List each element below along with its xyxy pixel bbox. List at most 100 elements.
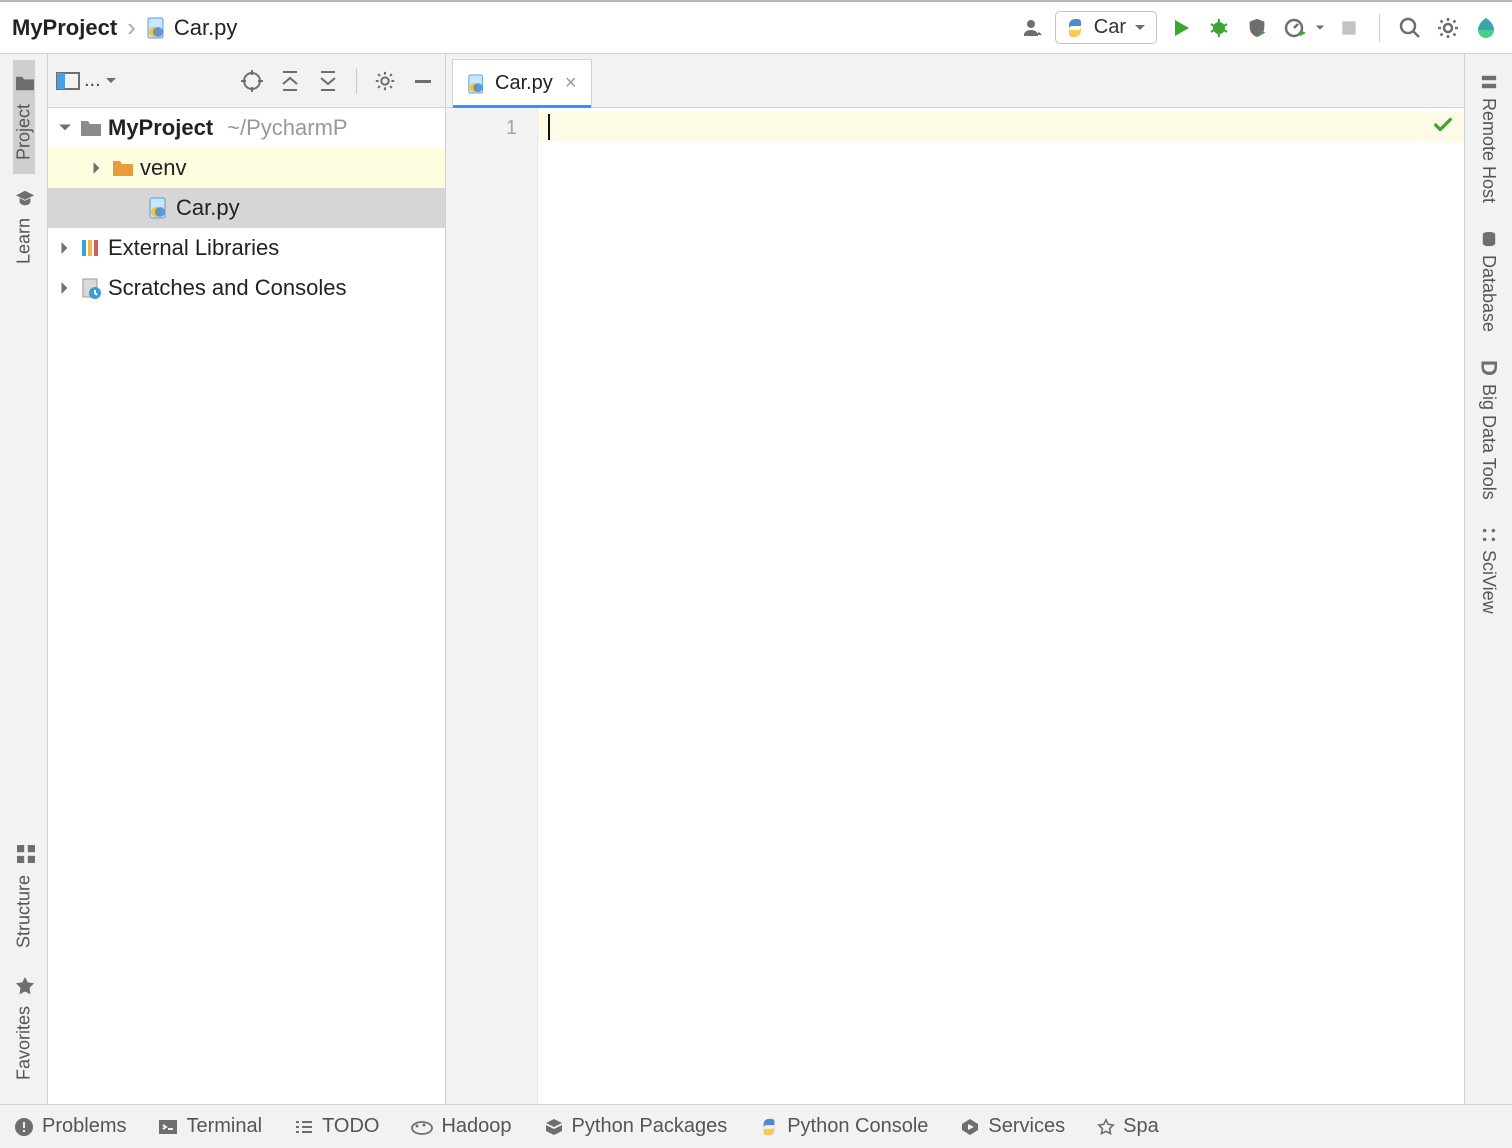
packages-icon <box>544 1117 564 1137</box>
python-file-icon <box>148 197 170 219</box>
chevron-down-icon[interactable] <box>56 121 74 135</box>
debug-button[interactable] <box>1205 14 1233 42</box>
locate-target-icon[interactable] <box>238 67 266 95</box>
bottom-tab-label: Hadoop <box>441 1115 511 1138</box>
breadcrumb-file[interactable]: Car.py <box>146 15 238 41</box>
run-config-label: Car <box>1094 16 1126 39</box>
folder-icon <box>13 74 35 96</box>
tree-node-scratches[interactable]: Scratches and Consoles <box>48 268 445 308</box>
tree-node-car-file[interactable]: Car.py <box>48 188 445 228</box>
bottom-tab-label: Spa <box>1123 1115 1159 1138</box>
stop-button <box>1335 14 1363 42</box>
python-icon <box>759 1117 779 1137</box>
sciview-icon <box>1482 528 1496 542</box>
editor-tab-car[interactable]: Car.py × <box>452 59 592 107</box>
tool-settings-gear-icon[interactable] <box>371 67 399 95</box>
current-line-highlight <box>538 112 1464 142</box>
project-toolbar: ... <box>48 54 445 108</box>
rail-tab-sciview[interactable]: SciView <box>1478 514 1499 628</box>
python-file-icon <box>146 17 168 39</box>
bottom-tab-todo[interactable]: TODO <box>294 1115 379 1138</box>
tree-path-hint: ~/PycharmP <box>227 115 347 141</box>
tree-label: venv <box>140 155 186 181</box>
text-caret <box>548 114 550 140</box>
project-tool-window: ... <box>48 54 446 1104</box>
graduation-cap-icon <box>13 188 35 210</box>
star-icon <box>1097 1118 1115 1136</box>
rail-tab-label: SciView <box>1478 550 1499 614</box>
breadcrumb-separator-icon: › <box>127 12 136 43</box>
hide-tool-window-icon[interactable] <box>409 67 437 95</box>
jetbrains-space-icon[interactable] <box>1472 14 1500 42</box>
bottom-tab-problems[interactable]: Problems <box>14 1115 126 1138</box>
chevron-down-icon[interactable] <box>1315 23 1325 33</box>
bottom-tab-services[interactable]: Services <box>960 1115 1065 1138</box>
tree-node-venv[interactable]: venv <box>48 148 445 188</box>
tree-label: Scratches and Consoles <box>108 275 346 301</box>
rail-tab-structure[interactable]: Structure <box>13 831 35 962</box>
collapse-all-icon[interactable] <box>314 67 342 95</box>
right-tool-rail: Remote Host Database D Big Data Tools Sc… <box>1464 54 1512 1104</box>
services-icon <box>960 1117 980 1137</box>
close-tab-icon[interactable]: × <box>565 72 577 95</box>
editor-gutter[interactable]: 1 <box>446 108 538 1104</box>
rail-tab-favorites[interactable]: Favorites <box>13 962 35 1094</box>
bottom-tab-label: Problems <box>42 1115 126 1138</box>
terminal-icon <box>158 1117 178 1137</box>
editor-tab-label: Car.py <box>495 72 553 95</box>
line-number: 1 <box>446 114 537 142</box>
server-icon <box>1481 74 1497 90</box>
editor-tabs: Car.py × <box>446 54 1464 108</box>
rail-tab-label: Database <box>1478 255 1499 332</box>
chevron-down-icon <box>105 75 117 87</box>
rail-tab-project[interactable]: Project <box>13 60 35 174</box>
chevron-right-icon[interactable] <box>88 161 106 175</box>
tree-label: Car.py <box>176 195 240 221</box>
tree-label: MyProject <box>108 115 213 141</box>
tree-node-project-root[interactable]: MyProject ~/PycharmP <box>48 108 445 148</box>
breadcrumb-file-label: Car.py <box>174 15 238 41</box>
profile-button[interactable] <box>1281 14 1309 42</box>
bottom-tab-label: Python Packages <box>572 1115 728 1138</box>
folder-icon <box>80 118 102 138</box>
vcs-user-icon[interactable] <box>1017 14 1045 42</box>
settings-gear-icon[interactable] <box>1434 14 1462 42</box>
tree-node-external-libraries[interactable]: External Libraries <box>48 228 445 268</box>
rail-tab-database[interactable]: Database <box>1478 217 1499 346</box>
hadoop-icon <box>411 1119 433 1135</box>
run-configuration-selector[interactable]: Car <box>1055 11 1157 44</box>
bottom-tab-spark[interactable]: Spa <box>1097 1115 1159 1138</box>
inspection-ok-icon[interactable] <box>1432 114 1454 136</box>
scratches-icon <box>80 277 102 299</box>
breadcrumb: MyProject › Car.py <box>12 12 237 43</box>
expand-all-icon[interactable] <box>276 67 304 95</box>
search-icon[interactable] <box>1396 14 1424 42</box>
rail-tab-remote-host[interactable]: Remote Host <box>1478 60 1499 217</box>
bottom-tab-python-packages[interactable]: Python Packages <box>544 1115 728 1138</box>
rail-tab-label: Favorites <box>13 1006 34 1080</box>
bottom-tab-label: Terminal <box>186 1115 262 1138</box>
todo-icon <box>294 1117 314 1137</box>
rail-tab-label: Project <box>13 104 34 160</box>
chevron-down-icon <box>1134 22 1146 34</box>
project-tree[interactable]: MyProject ~/PycharmP venv Car.py <box>48 108 445 1104</box>
rail-tab-big-data-tools[interactable]: D Big Data Tools <box>1476 346 1502 514</box>
chevron-right-icon[interactable] <box>56 241 74 255</box>
bottom-tab-hadoop[interactable]: Hadoop <box>411 1115 511 1138</box>
rail-tab-label: Big Data Tools <box>1478 384 1499 500</box>
project-scope-selector[interactable]: ... <box>56 69 117 92</box>
bottom-tab-label: Services <box>988 1115 1065 1138</box>
bottom-tab-python-console[interactable]: Python Console <box>759 1115 928 1138</box>
structure-icon <box>13 845 35 867</box>
python-icon <box>1064 17 1086 39</box>
coverage-button[interactable] <box>1243 14 1271 42</box>
code-editor[interactable] <box>538 108 1464 1104</box>
rail-tab-learn[interactable]: Learn <box>13 174 35 278</box>
breadcrumb-project[interactable]: MyProject <box>12 15 117 41</box>
chevron-right-icon[interactable] <box>56 281 74 295</box>
star-icon <box>13 976 35 998</box>
python-file-icon <box>467 74 487 94</box>
run-button[interactable] <box>1167 14 1195 42</box>
big-data-icon: D <box>1476 360 1502 376</box>
bottom-tab-terminal[interactable]: Terminal <box>158 1115 262 1138</box>
